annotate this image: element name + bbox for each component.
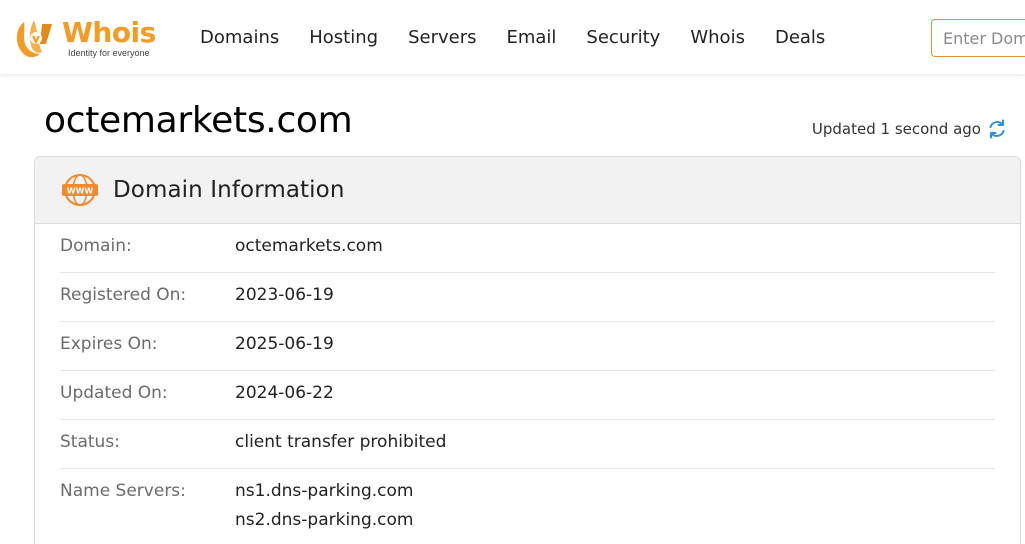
info-row-updated-on: Updated On: 2024-06-22 — [60, 371, 995, 420]
info-row-status: Status: client transfer prohibited — [60, 420, 995, 469]
main-nav: Domains Hosting Servers Email Security W… — [200, 0, 855, 74]
brand-name: Whois — [62, 16, 156, 49]
nav-item-hosting[interactable]: Hosting — [309, 27, 378, 48]
domain-search-input[interactable] — [931, 19, 1025, 57]
updated-status: Updated 1 second ago — [812, 118, 1007, 140]
row-label: Updated On: — [60, 383, 168, 403]
domain-info-rows: Domain: octemarkets.com Registered On: 2… — [35, 224, 1020, 535]
nav-item-whois[interactable]: Whois — [690, 27, 745, 48]
domain-information-card: WWW Domain Information Domain: octemarke… — [34, 156, 1021, 544]
row-value: octemarkets.com — [235, 236, 383, 256]
card-title: Domain Information — [113, 177, 345, 203]
www-icon: WWW — [62, 174, 98, 206]
nav-item-email[interactable]: Email — [506, 27, 556, 48]
top-navigation-bar: Whois Identity for everyone Domains Host… — [0, 0, 1025, 74]
info-row-domain: Domain: octemarkets.com — [60, 224, 995, 273]
info-row-name-servers: Name Servers: ns1.dns-parking.com ns2.dn… — [60, 469, 995, 535]
refresh-icon[interactable] — [987, 118, 1007, 140]
row-value-list: ns1.dns-parking.com ns2.dns-parking.com — [235, 477, 413, 535]
brand-tagline: Identity for everyone — [68, 48, 150, 58]
nav-item-domains[interactable]: Domains — [200, 27, 279, 48]
card-header: WWW Domain Information — [35, 157, 1020, 224]
whois-logo-icon — [16, 20, 52, 58]
name-server-1: ns1.dns-parking.com — [235, 481, 414, 501]
row-value: 2024-06-22 — [235, 383, 334, 403]
row-label: Expires On: — [60, 334, 158, 354]
svg-text:WWW: WWW — [67, 187, 94, 196]
name-server-2: ns2.dns-parking.com — [235, 510, 414, 530]
info-row-registered-on: Registered On: 2023-06-19 — [60, 273, 995, 322]
row-label: Registered On: — [60, 285, 187, 305]
row-value: 2023-06-19 — [235, 285, 334, 305]
row-label: Domain: — [60, 236, 132, 256]
info-row-expires-on: Expires On: 2025-06-19 — [60, 322, 995, 371]
row-label: Status: — [60, 432, 120, 452]
updated-text: Updated 1 second ago — [811, 120, 981, 138]
nav-item-deals[interactable]: Deals — [775, 27, 825, 48]
nav-item-security[interactable]: Security — [586, 27, 660, 48]
page-title: octemarkets.com — [44, 100, 353, 141]
row-label: Name Servers: — [60, 481, 186, 501]
whois-logo[interactable]: Whois Identity for everyone — [12, 14, 172, 62]
row-value: client transfer prohibited — [235, 432, 447, 452]
row-value: 2025-06-19 — [235, 334, 334, 354]
nav-item-servers[interactable]: Servers — [408, 27, 476, 48]
